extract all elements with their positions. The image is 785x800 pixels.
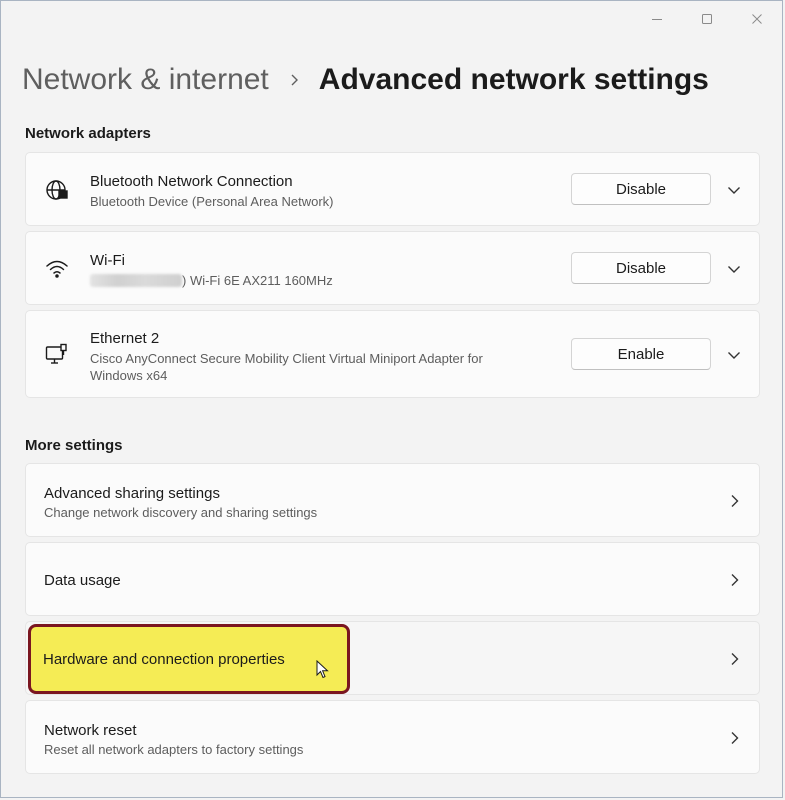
chevron-right-icon bbox=[269, 73, 319, 87]
data-usage-item[interactable]: Data usage bbox=[25, 542, 760, 616]
enable-button[interactable]: Enable bbox=[571, 338, 711, 370]
adapter-card-bluetooth[interactable]: Bluetooth Network Connection Bluetooth D… bbox=[25, 152, 760, 226]
adapter-description: Cisco AnyConnect Secure Mobility Client … bbox=[90, 351, 483, 383]
disable-button[interactable]: Disable bbox=[571, 252, 711, 284]
item-description: Reset all network adapters to factory se… bbox=[44, 742, 304, 757]
network-reset-item[interactable]: Network reset Reset all network adapters… bbox=[25, 700, 760, 774]
settings-window: Network & internet Advanced network sett… bbox=[0, 0, 783, 798]
mouse-pointer-icon bbox=[316, 659, 330, 685]
minimize-icon bbox=[652, 19, 662, 20]
maximize-button[interactable] bbox=[682, 1, 732, 37]
chevron-right-icon bbox=[726, 651, 742, 667]
chevron-right-icon bbox=[726, 572, 742, 588]
page-title: Advanced network settings bbox=[318, 63, 709, 96]
adapter-card-wifi[interactable]: Wi-Fi ) Wi-Fi 6E AX211 160MHz Disable bbox=[25, 231, 760, 305]
chevron-down-icon[interactable] bbox=[726, 182, 742, 198]
ethernet-icon bbox=[44, 342, 70, 368]
window-controls bbox=[632, 1, 782, 37]
item-title: Data usage bbox=[44, 572, 121, 589]
minimize-button[interactable] bbox=[632, 1, 682, 37]
item-title: Advanced sharing settings bbox=[44, 485, 220, 502]
item-title: Network reset bbox=[44, 722, 137, 739]
adapter-description: ) Wi-Fi 6E AX211 160MHz bbox=[90, 272, 333, 289]
close-button[interactable] bbox=[732, 1, 782, 37]
adapter-name: Wi-Fi bbox=[90, 252, 125, 269]
advanced-sharing-settings-item[interactable]: Advanced sharing settings Change network… bbox=[25, 463, 760, 537]
section-label-network-adapters: Network adapters bbox=[25, 125, 151, 142]
chevron-down-icon[interactable] bbox=[726, 347, 742, 363]
section-label-more-settings: More settings bbox=[25, 437, 123, 454]
chevron-right-icon bbox=[726, 730, 742, 746]
maximize-icon bbox=[702, 14, 712, 24]
adapter-name: Ethernet 2 bbox=[90, 330, 160, 347]
disable-button[interactable]: Disable bbox=[571, 173, 711, 205]
adapter-description: Bluetooth Device (Personal Area Network) bbox=[90, 194, 334, 209]
item-title[interactable]: Hardware and connection properties bbox=[43, 651, 285, 668]
adapter-card-ethernet[interactable]: Ethernet 2 Cisco AnyConnect Secure Mobil… bbox=[25, 310, 760, 398]
item-description: Change network discovery and sharing set… bbox=[44, 505, 318, 520]
redacted-text bbox=[90, 274, 182, 287]
wifi-icon bbox=[44, 256, 70, 282]
chevron-right-icon bbox=[726, 493, 742, 509]
close-icon bbox=[752, 14, 762, 24]
chevron-down-icon[interactable] bbox=[726, 261, 742, 277]
globe-network-icon bbox=[44, 177, 70, 203]
breadcrumb: Network & internet Advanced network sett… bbox=[22, 63, 709, 97]
breadcrumb-parent-link[interactable]: Network & internet bbox=[22, 63, 269, 97]
adapter-name: Bluetooth Network Connection bbox=[90, 173, 293, 190]
